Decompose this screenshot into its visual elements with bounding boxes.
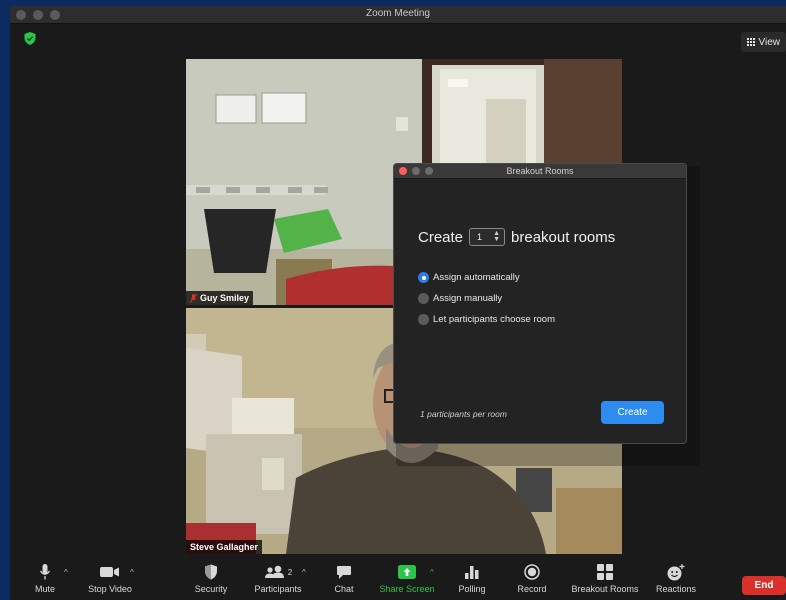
stop-video-label: Stop Video xyxy=(88,584,132,594)
participant-name-bar: Guy Smiley xyxy=(186,291,254,305)
assign-automatically-radio[interactable] xyxy=(418,272,429,283)
shield-icon xyxy=(205,564,217,580)
mute-label: Mute xyxy=(34,584,55,594)
record-label: Record xyxy=(517,584,547,594)
share-screen-label: Share Screen xyxy=(379,584,435,594)
window-title: Zoom Meeting xyxy=(366,8,430,19)
mute-button[interactable]: Mute xyxy=(32,562,58,594)
chat-button[interactable]: Chat xyxy=(332,562,356,594)
security-label: Security xyxy=(194,584,228,594)
record-icon xyxy=(524,564,540,580)
participants-choose-radio[interactable] xyxy=(418,314,429,325)
video-options-caret-icon[interactable]: ^ xyxy=(130,568,134,577)
participant-name: Guy Smiley xyxy=(200,293,250,303)
participants-button[interactable]: 2 Participants xyxy=(250,562,306,594)
stop-video-button[interactable]: Stop Video xyxy=(85,562,135,594)
view-layout-button[interactable]: View xyxy=(740,32,786,52)
end-meeting-button[interactable]: End xyxy=(742,576,786,595)
option-label: Let participants choose room xyxy=(433,314,555,325)
breakout-rooms-dialog: Breakout Rooms Create 1 ▲ ▼ breakout room… xyxy=(393,163,687,444)
muted-mic-icon xyxy=(190,293,197,303)
emoji-plus-icon xyxy=(667,563,685,580)
audio-options-caret-icon[interactable]: ^ xyxy=(64,568,68,577)
polling-label: Polling xyxy=(458,584,486,594)
microphone-icon xyxy=(39,564,51,580)
security-shield-icon[interactable] xyxy=(24,32,36,45)
reactions-button[interactable]: Reactions xyxy=(654,562,698,594)
zoom-meeting-window: Zoom Meeting View Guy Smiley Steve Galla… xyxy=(10,6,786,600)
share-screen-icon xyxy=(398,565,416,579)
record-button[interactable]: Record xyxy=(516,562,548,594)
dialog-title-bar: Breakout Rooms xyxy=(394,164,686,179)
participants-options-caret-icon[interactable]: ^ xyxy=(302,568,306,577)
option-label: Assign manually xyxy=(433,293,503,304)
room-count-stepper[interactable]: 1 ▲ ▼ xyxy=(469,228,506,246)
dialog-title: Breakout Rooms xyxy=(506,166,574,176)
share-options-caret-icon[interactable]: ^ xyxy=(430,568,434,577)
breakout-rooms-button[interactable]: Breakout Rooms xyxy=(570,562,640,594)
security-button[interactable]: Security xyxy=(191,562,231,594)
participants-per-room-text: 1 participants per room xyxy=(420,409,507,419)
participant-name: Steve Gallagher xyxy=(190,542,259,552)
reactions-label: Reactions xyxy=(655,584,697,594)
option-label: Assign automatically xyxy=(433,272,520,283)
polling-button[interactable]: Polling xyxy=(456,562,488,594)
stepper-arrows-icon[interactable]: ▲ ▼ xyxy=(493,230,500,243)
view-label: View xyxy=(758,36,781,48)
breakout-rooms-label: Breakout Rooms xyxy=(571,584,639,594)
breakout-rooms-grid-icon xyxy=(597,564,613,580)
participants-label: Participants xyxy=(254,584,302,594)
participant-name-bar: Steve Gallagher xyxy=(186,540,263,554)
assign-manually-radio[interactable] xyxy=(418,293,429,304)
create-suffix-label: breakout rooms xyxy=(511,228,616,246)
video-camera-icon xyxy=(100,567,119,577)
participants-choose-option[interactable]: Let participants choose room xyxy=(418,314,555,325)
create-button[interactable]: Create xyxy=(601,401,664,424)
grid-icon xyxy=(746,38,755,46)
room-count-value: 1 xyxy=(477,232,483,242)
create-rooms-row: Create 1 ▲ ▼ breakout rooms xyxy=(418,228,615,246)
share-screen-button[interactable]: Share Screen xyxy=(378,562,436,594)
assign-manually-option[interactable]: Assign manually xyxy=(418,293,502,304)
bar-chart-icon xyxy=(465,565,479,579)
meeting-toolbar: Mute ^ Stop Video ^ Security 2 Participa… xyxy=(10,562,786,600)
create-prefix-label: Create xyxy=(418,228,464,246)
participants-icon xyxy=(264,565,284,578)
chat-label: Chat xyxy=(334,584,354,594)
participants-count: 2 xyxy=(287,567,293,577)
title-bar: Zoom Meeting xyxy=(10,6,786,24)
chat-bubble-icon xyxy=(337,565,351,579)
assign-automatically-option[interactable]: Assign automatically xyxy=(418,272,520,283)
